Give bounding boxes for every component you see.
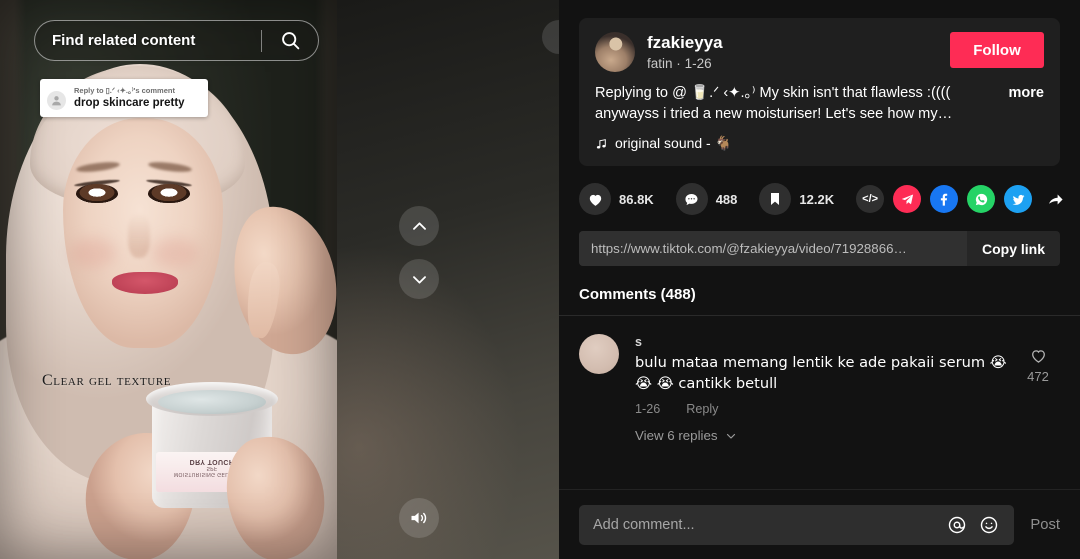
post-description: Replying to @ 🥛.ᐟ ‹✦.｡‍⁾ My skin isn't t…	[595, 83, 1044, 125]
share-buttons: </>	[856, 185, 1069, 213]
video-caption-overlay: Clear gel texture	[42, 372, 172, 389]
post-comment-button[interactable]: Post	[1014, 517, 1060, 533]
flag-icon	[558, 30, 559, 45]
at-mention-icon[interactable]	[944, 512, 970, 538]
reply-bubble-text: drop skincare pretty	[74, 97, 185, 109]
comment-body: s bulu mataa memang lentik ke ade pakaii…	[635, 334, 1016, 443]
music-row[interactable]: original sound - 🐐	[595, 135, 1044, 152]
bookmark-icon	[759, 183, 792, 215]
speaker-on-icon	[411, 512, 427, 524]
video-subject-lips	[112, 272, 178, 294]
comment-action[interactable]: 488	[675, 183, 738, 215]
video-subject-cheek-right	[152, 238, 198, 268]
post-author-header: fzakieyya fatin · 1-26 Follow	[595, 32, 1044, 73]
post-info-card: fzakieyya fatin · 1-26 Follow Replying t…	[579, 18, 1060, 166]
author-display-name: fatin	[647, 56, 673, 71]
video-link-row: https://www.tiktok.com/@fzakieyya/video/…	[579, 231, 1060, 266]
report-button[interactable]: Report	[542, 20, 559, 54]
bookmark-count: 12.2K	[799, 191, 835, 207]
follow-button[interactable]: Follow	[950, 32, 1044, 68]
avatar[interactable]	[595, 32, 635, 72]
meta-separator: ·	[676, 56, 681, 71]
comment-text: bulu mataa memang lentik ke ade pakaii s…	[635, 354, 1007, 392]
like-action[interactable]: 86.8K	[579, 183, 654, 215]
share-arrow-icon[interactable]	[1041, 185, 1069, 213]
heart-outline-icon	[1031, 350, 1045, 363]
chevron-down-icon	[726, 433, 735, 439]
comment-like-button[interactable]: 472	[1016, 346, 1060, 384]
search-icon[interactable]	[262, 30, 318, 51]
engagement-actions: 86.8K 488 12.2K </>	[579, 183, 1063, 215]
search-input[interactable]: Find related content	[35, 32, 261, 49]
music-label: original sound - 🐐	[615, 135, 733, 151]
author-meta: fatin · 1-26	[647, 54, 950, 73]
chevron-down-icon	[412, 275, 426, 284]
comment-item: s bulu mataa memang lentik ke ade pakaii…	[579, 334, 1060, 443]
previous-video-button[interactable]	[399, 206, 439, 246]
comment-meta: 1-26 Reply	[635, 402, 1016, 416]
view-replies-label: View 6 replies	[635, 428, 718, 443]
video-navigation	[399, 206, 439, 299]
comment-input-box[interactable]	[579, 504, 1015, 545]
video-player[interactable]: DRY TOUCH SPF MOISTURISING GEL CREAM Cle…	[0, 0, 337, 559]
author-username[interactable]: fzakieyya	[647, 32, 950, 53]
copy-link-button[interactable]: Copy link	[967, 241, 1060, 257]
reply-to-comment-bubble[interactable]: Reply to ▯.ᐟ ‹✦.｡‍⁾'s comment drop skinc…	[40, 79, 208, 117]
heart-filled-icon	[579, 183, 611, 215]
reply-bubble-prefix: Reply to ▯.ᐟ ‹✦.｡‍⁾'s comment	[74, 86, 175, 95]
comment-avatar[interactable]	[579, 334, 619, 374]
author-names: fzakieyya fatin · 1-26	[647, 32, 950, 73]
volume-button[interactable]	[399, 498, 439, 538]
comment-input[interactable]	[593, 516, 939, 533]
comments-heading: Comments (488)	[579, 286, 696, 303]
bookmark-action[interactable]: 12.2K	[759, 183, 834, 215]
video-side-controls: Report	[337, 0, 559, 559]
comment-reply-button[interactable]: Reply	[686, 402, 718, 416]
tiktok-video-page: DRY TOUCH SPF MOISTURISING GEL CREAM Cle…	[0, 0, 1080, 559]
emoji-smiley-icon[interactable]	[976, 512, 1002, 538]
video-subject-cheek-left	[70, 238, 116, 268]
product-jar-gel	[158, 390, 266, 414]
comment-date: 1-26	[635, 402, 661, 416]
embed-code-icon[interactable]: </>	[856, 185, 885, 213]
video-url-text[interactable]: https://www.tiktok.com/@fzakieyya/video/…	[579, 231, 967, 266]
comment-list: s bulu mataa memang lentik ke ade pakaii…	[559, 316, 1080, 489]
twitter-icon[interactable]	[1004, 185, 1033, 213]
find-related-content-search[interactable]: Find related content	[34, 20, 319, 61]
video-detail-panel: fzakieyya fatin · 1-26 Follow Replying t…	[559, 0, 1080, 559]
comment-like-count: 472	[1027, 369, 1049, 384]
view-replies-button[interactable]: View 6 replies	[635, 428, 1016, 443]
next-video-button[interactable]	[399, 259, 439, 299]
like-count: 86.8K	[619, 191, 654, 207]
comment-count: 488	[715, 191, 738, 207]
video-subject-eye-left	[76, 184, 118, 203]
facebook-icon[interactable]	[930, 185, 959, 213]
comment-composer: Post	[559, 489, 1080, 559]
post-description-text: Replying to @ 🥛.ᐟ ‹✦.｡‍⁾ My skin isn't t…	[595, 85, 953, 122]
whatsapp-icon[interactable]	[967, 185, 996, 213]
video-subject-nose	[128, 214, 150, 258]
telegram-icon[interactable]	[893, 185, 922, 213]
music-note-icon	[596, 138, 606, 149]
chevron-up-icon	[412, 221, 426, 230]
comment-icon	[675, 183, 708, 215]
video-subject-eye-right	[148, 184, 190, 203]
post-date: 1-26	[684, 56, 712, 71]
comment-author[interactable]: s	[635, 334, 1016, 350]
reply-bubble-avatar	[47, 91, 66, 110]
show-more-button[interactable]: more	[1009, 83, 1044, 104]
